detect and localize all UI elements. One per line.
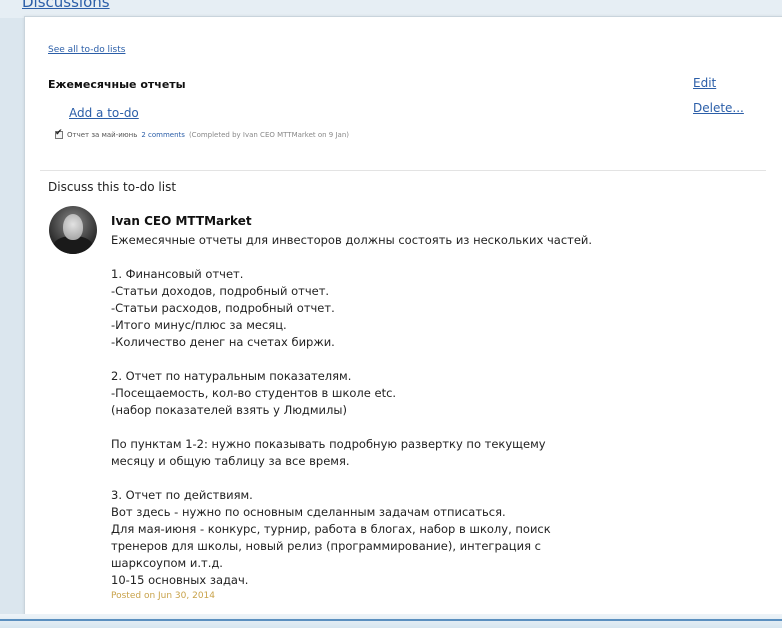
avatar-face-shape [63, 214, 83, 240]
comment-line: -Статьи расходов, подробный отчет. [111, 301, 335, 315]
todo-completed-note: (Completed by Ivan CEO MTTMarket on 9 Ja… [188, 131, 350, 139]
comment-line [111, 419, 751, 436]
todo-item: Отчет за май-июнь 2 comments (Completed … [55, 128, 350, 139]
see-all-todo-lists-link[interactable]: See all to-do lists [48, 45, 125, 55]
comment-author: Ivan CEO MTTMarket [111, 214, 252, 228]
todo-comments-link[interactable]: 2 comments [141, 131, 185, 139]
todo-checkbox[interactable] [55, 128, 63, 139]
page-footer-band [0, 614, 782, 628]
todo-list-title: Ежемесячные отчеты [48, 78, 186, 91]
comment-line: -Посещаемость, кол-во студентов в школе … [111, 386, 397, 400]
delete-list-link[interactable]: Delete... [693, 101, 744, 115]
comment-line: -Итого минус/плюс за месяц. [111, 318, 287, 332]
comment-line: (набор показателей взять у Людмилы) [111, 403, 347, 417]
comment-line [111, 470, 751, 487]
edit-list-link[interactable]: Edit [693, 76, 716, 90]
discussion-heading: Discuss this to-do list [48, 180, 177, 194]
comment-line: 1. Финансовый отчет. [111, 267, 244, 281]
author-avatar [49, 206, 97, 254]
comment-line [111, 249, 751, 266]
comment-line: Вот здесь - нужно по основным сделанным … [111, 505, 506, 519]
comment-line: -Статьи доходов, подробный отчет. [111, 284, 330, 298]
comment-line: 10-15 основных задач. [111, 573, 249, 587]
footer-divider-line [0, 619, 782, 621]
comment-line: 3. Отчет по действиям. [111, 488, 253, 502]
comment-line [111, 351, 751, 368]
comment-posted-date: Posted on Jun 30, 2014 [111, 591, 216, 601]
comment-body: Ежемесячные отчеты для инвесторов должны… [111, 232, 751, 589]
comment-line: 2. Отчет по натуральным показателям. [111, 369, 352, 383]
comment-line: шарксоупом и.т.д. [111, 556, 223, 570]
todo-item-text: Отчет за май-июнь [67, 131, 138, 139]
comment-line: Ежемесячные отчеты для инвесторов должны… [111, 233, 593, 247]
comment-line: По пунктам 1-2: нужно показывать подробн… [111, 437, 546, 451]
comment-line: тренеров для школы, новый релиз (програм… [111, 539, 542, 553]
discussions-link[interactable]: Discussions [22, 0, 110, 11]
comment-line: -Количество денег на счетах биржи. [111, 335, 335, 349]
comment-line: Для мая-июня - конкурс, турнир, работа в… [111, 522, 551, 536]
comment-line: месяцу и общую таблицу за все время. [111, 454, 350, 468]
section-divider [40, 170, 766, 171]
add-todo-link[interactable]: Add a to-do [69, 106, 139, 120]
